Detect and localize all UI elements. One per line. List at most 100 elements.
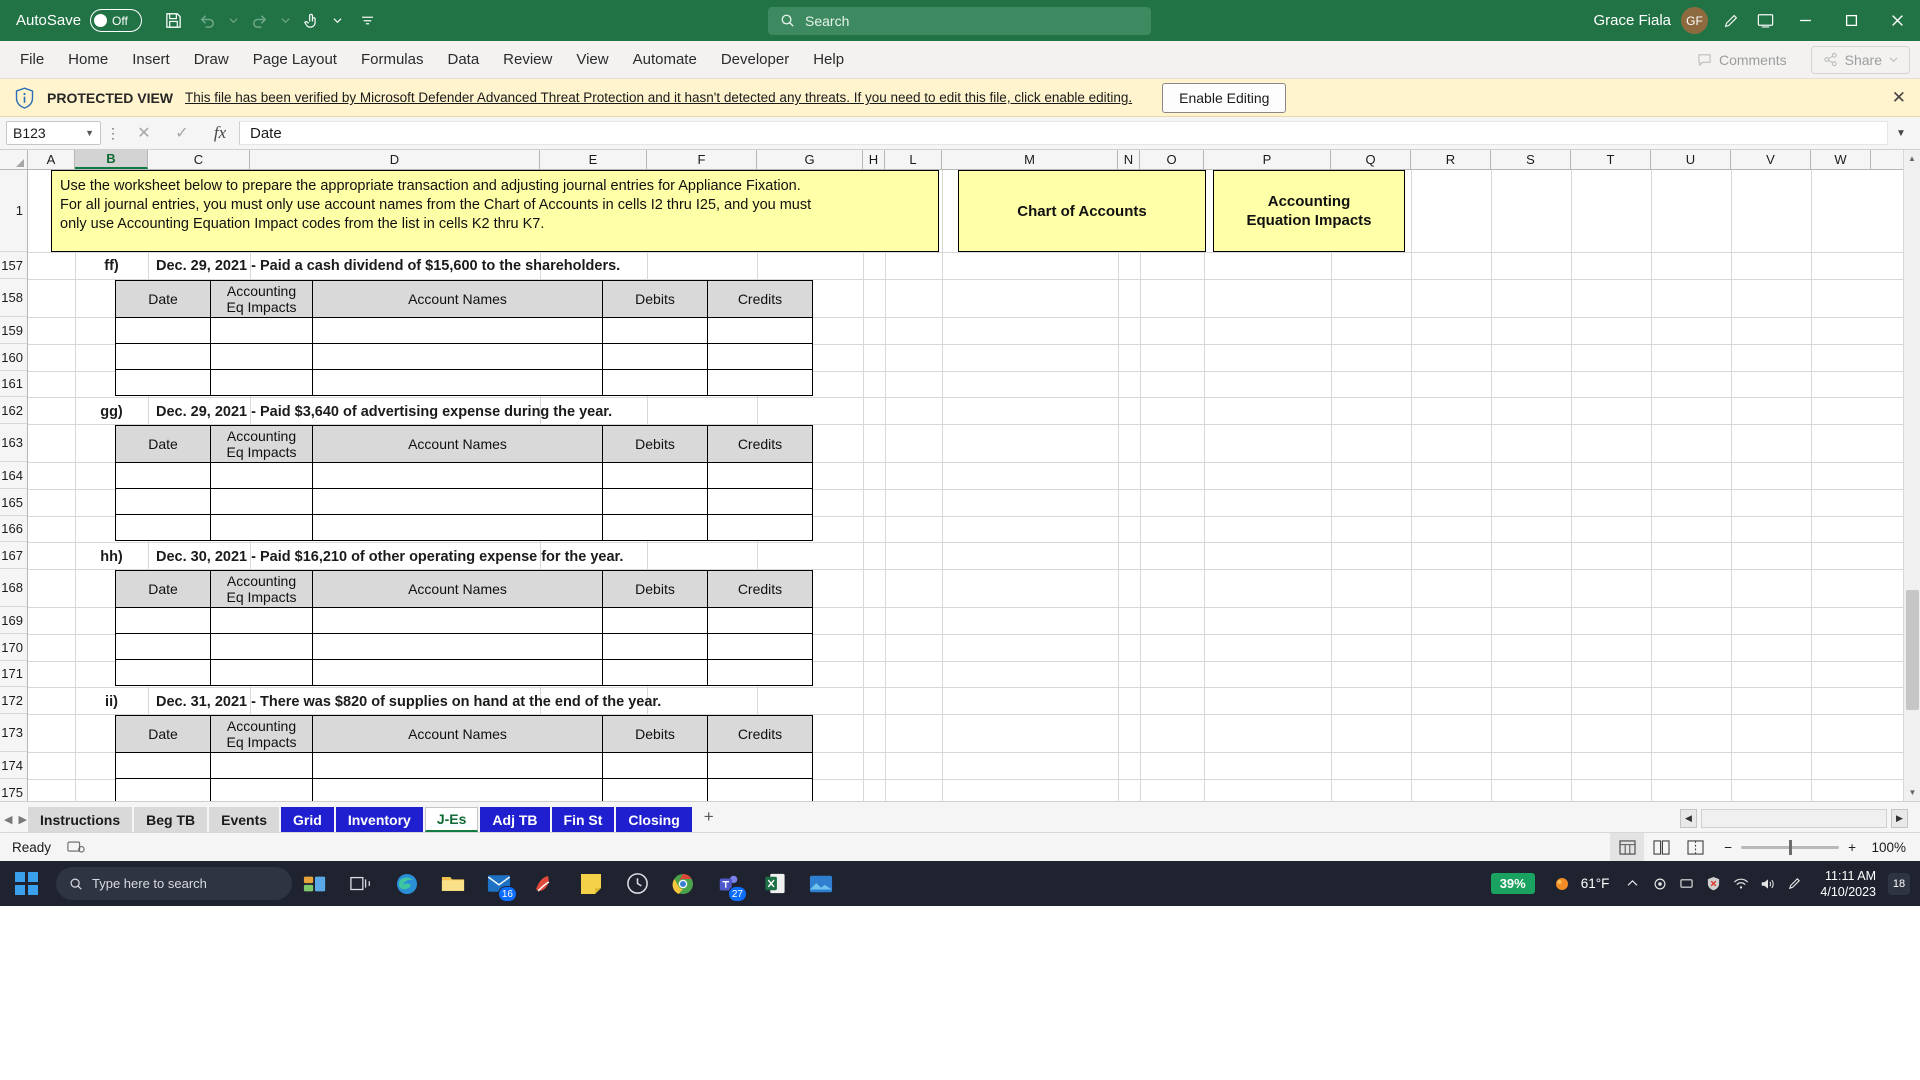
- insert-function-icon[interactable]: fx: [201, 123, 239, 143]
- journal-table-gg[interactable]: Date Accounting Eq Impacts Account Names…: [115, 425, 813, 541]
- add-sheet-button[interactable]: +: [704, 807, 714, 827]
- cell-account[interactable]: [312, 343, 603, 370]
- account-button[interactable]: Grace Fiala GF: [1593, 7, 1708, 34]
- row-header-165[interactable]: 165: [0, 489, 27, 516]
- normal-view-icon[interactable]: [1610, 832, 1645, 862]
- cell-credit[interactable]: [707, 369, 813, 396]
- transaction-desc-ii[interactable]: Dec. 31, 2021 - There was $820 of suppli…: [156, 688, 661, 715]
- edge-icon[interactable]: [384, 861, 430, 906]
- ribbon-tab-review[interactable]: Review: [491, 45, 564, 74]
- cell-date[interactable]: [115, 462, 211, 489]
- zoom-slider-track[interactable]: [1741, 839, 1840, 855]
- ribbon-tab-automate[interactable]: Automate: [621, 45, 709, 74]
- row-header-163[interactable]: 163: [0, 424, 27, 462]
- table-row[interactable]: [115, 343, 813, 370]
- table-row[interactable]: [115, 752, 813, 779]
- protected-view-message[interactable]: This file has been verified by Microsoft…: [185, 90, 1132, 105]
- row-header-162[interactable]: 162: [0, 397, 27, 424]
- row-header-171[interactable]: 171: [0, 661, 27, 687]
- cell-aei[interactable]: [210, 488, 313, 515]
- column-header-w[interactable]: W: [1811, 150, 1871, 169]
- present-icon[interactable]: [1748, 4, 1782, 38]
- weather-widget[interactable]: 61°F: [1541, 873, 1620, 895]
- table-row[interactable]: [115, 659, 813, 686]
- scroll-up-icon[interactable]: ▲: [1904, 150, 1920, 167]
- row-header-164[interactable]: 164: [0, 462, 27, 489]
- row-header-170[interactable]: 170: [0, 634, 27, 661]
- cell-credit[interactable]: [707, 607, 813, 634]
- select-all-corner[interactable]: [0, 150, 28, 169]
- transaction-label-ii[interactable]: ii): [75, 688, 148, 715]
- cell-account[interactable]: [312, 607, 603, 634]
- sticky-notes-icon[interactable]: [568, 861, 614, 906]
- previous-sheet-icon[interactable]: ◀: [4, 813, 12, 826]
- restore-button[interactable]: [1828, 0, 1874, 41]
- horizontal-scrollbar-track[interactable]: [1701, 809, 1887, 828]
- sheet-tab-j-es[interactable]: J-Es: [424, 807, 479, 832]
- autosave-toggle[interactable]: AutoSave Off: [16, 9, 143, 32]
- scroll-down-icon[interactable]: ▼: [1904, 784, 1920, 801]
- cell-date[interactable]: [115, 317, 211, 344]
- ribbon-tab-help[interactable]: Help: [801, 45, 856, 74]
- cell-debit[interactable]: [602, 659, 708, 686]
- cell-credit[interactable]: [707, 317, 813, 344]
- minimize-button[interactable]: [1782, 0, 1828, 41]
- ribbon-tab-draw[interactable]: Draw: [182, 45, 241, 74]
- windows-start-icon[interactable]: [0, 861, 52, 906]
- chevron-down-icon[interactable]: ▼: [85, 128, 94, 138]
- column-header-n[interactable]: N: [1118, 150, 1140, 169]
- cancel-icon[interactable]: ✕: [125, 123, 163, 143]
- notification-count-badge[interactable]: 18: [1888, 872, 1910, 895]
- column-header-t[interactable]: T: [1571, 150, 1651, 169]
- row-header-167[interactable]: 167: [0, 542, 27, 569]
- undo-icon[interactable]: [190, 4, 224, 38]
- customize-quick-access-icon[interactable]: [350, 4, 384, 38]
- sheet-tab-beg-tb[interactable]: Beg TB: [134, 807, 208, 832]
- comments-button[interactable]: Comments: [1685, 46, 1799, 74]
- journal-table-hh[interactable]: Date Accounting Eq Impacts Account Names…: [115, 570, 813, 686]
- spreadsheet-grid[interactable]: A B C D E F G H L M N O P Q R S T U V W …: [0, 150, 1920, 801]
- column-header-p[interactable]: P: [1204, 150, 1331, 169]
- volume-icon[interactable]: [1754, 861, 1781, 906]
- cell-credit[interactable]: [707, 514, 813, 541]
- journal-table-ii[interactable]: Date Accounting Eq Impacts Account Names…: [115, 715, 813, 801]
- sheet-tab-fin-st[interactable]: Fin St: [551, 807, 615, 832]
- cell-date[interactable]: [115, 633, 211, 660]
- cell-account[interactable]: [312, 633, 603, 660]
- cell-credit[interactable]: [707, 659, 813, 686]
- ribbon-tab-formulas[interactable]: Formulas: [349, 45, 436, 74]
- cell-account[interactable]: [312, 462, 603, 489]
- column-header-d[interactable]: D: [250, 150, 540, 169]
- next-sheet-icon[interactable]: ▶: [18, 813, 26, 826]
- table-row[interactable]: [115, 488, 813, 515]
- row-header-1[interactable]: 1: [0, 170, 27, 252]
- taskbar-search-input[interactable]: Type here to search: [56, 867, 292, 900]
- excel-icon[interactable]: [752, 861, 798, 906]
- journal-table-ff[interactable]: Date Accounting Eq Impacts Account Names…: [115, 280, 813, 396]
- cell-date[interactable]: [115, 488, 211, 515]
- zoom-slider-handle[interactable]: [1789, 839, 1793, 855]
- accounting-equation-impacts-header[interactable]: Accounting Equation Impacts: [1213, 170, 1405, 252]
- chart-of-accounts-header[interactable]: Chart of Accounts: [958, 170, 1206, 252]
- column-header-q[interactable]: Q: [1331, 150, 1411, 169]
- scroll-right-icon[interactable]: ▶: [1891, 809, 1908, 828]
- cell-date[interactable]: [115, 752, 211, 779]
- column-header-l[interactable]: L: [885, 150, 942, 169]
- search-input[interactable]: Search: [768, 6, 1151, 35]
- cell-aei[interactable]: [210, 317, 313, 344]
- cell-date[interactable]: [115, 514, 211, 541]
- column-header-e[interactable]: E: [540, 150, 647, 169]
- cell-debit[interactable]: [602, 778, 708, 801]
- cell-date[interactable]: [115, 607, 211, 634]
- row-header-172[interactable]: 172: [0, 687, 27, 714]
- column-header-u[interactable]: U: [1651, 150, 1731, 169]
- page-layout-view-icon[interactable]: [1644, 833, 1678, 862]
- touch-mode-dropdown-icon[interactable]: [328, 4, 346, 38]
- table-row[interactable]: [115, 607, 813, 634]
- show-hidden-icons-icon[interactable]: [1619, 861, 1646, 906]
- ribbon-tab-file[interactable]: File: [8, 45, 56, 74]
- horizontal-scrollbar[interactable]: ◀ ▶: [1680, 809, 1908, 828]
- cell-aei[interactable]: [210, 462, 313, 489]
- column-header-m[interactable]: M: [942, 150, 1118, 169]
- cell-debit[interactable]: [602, 369, 708, 396]
